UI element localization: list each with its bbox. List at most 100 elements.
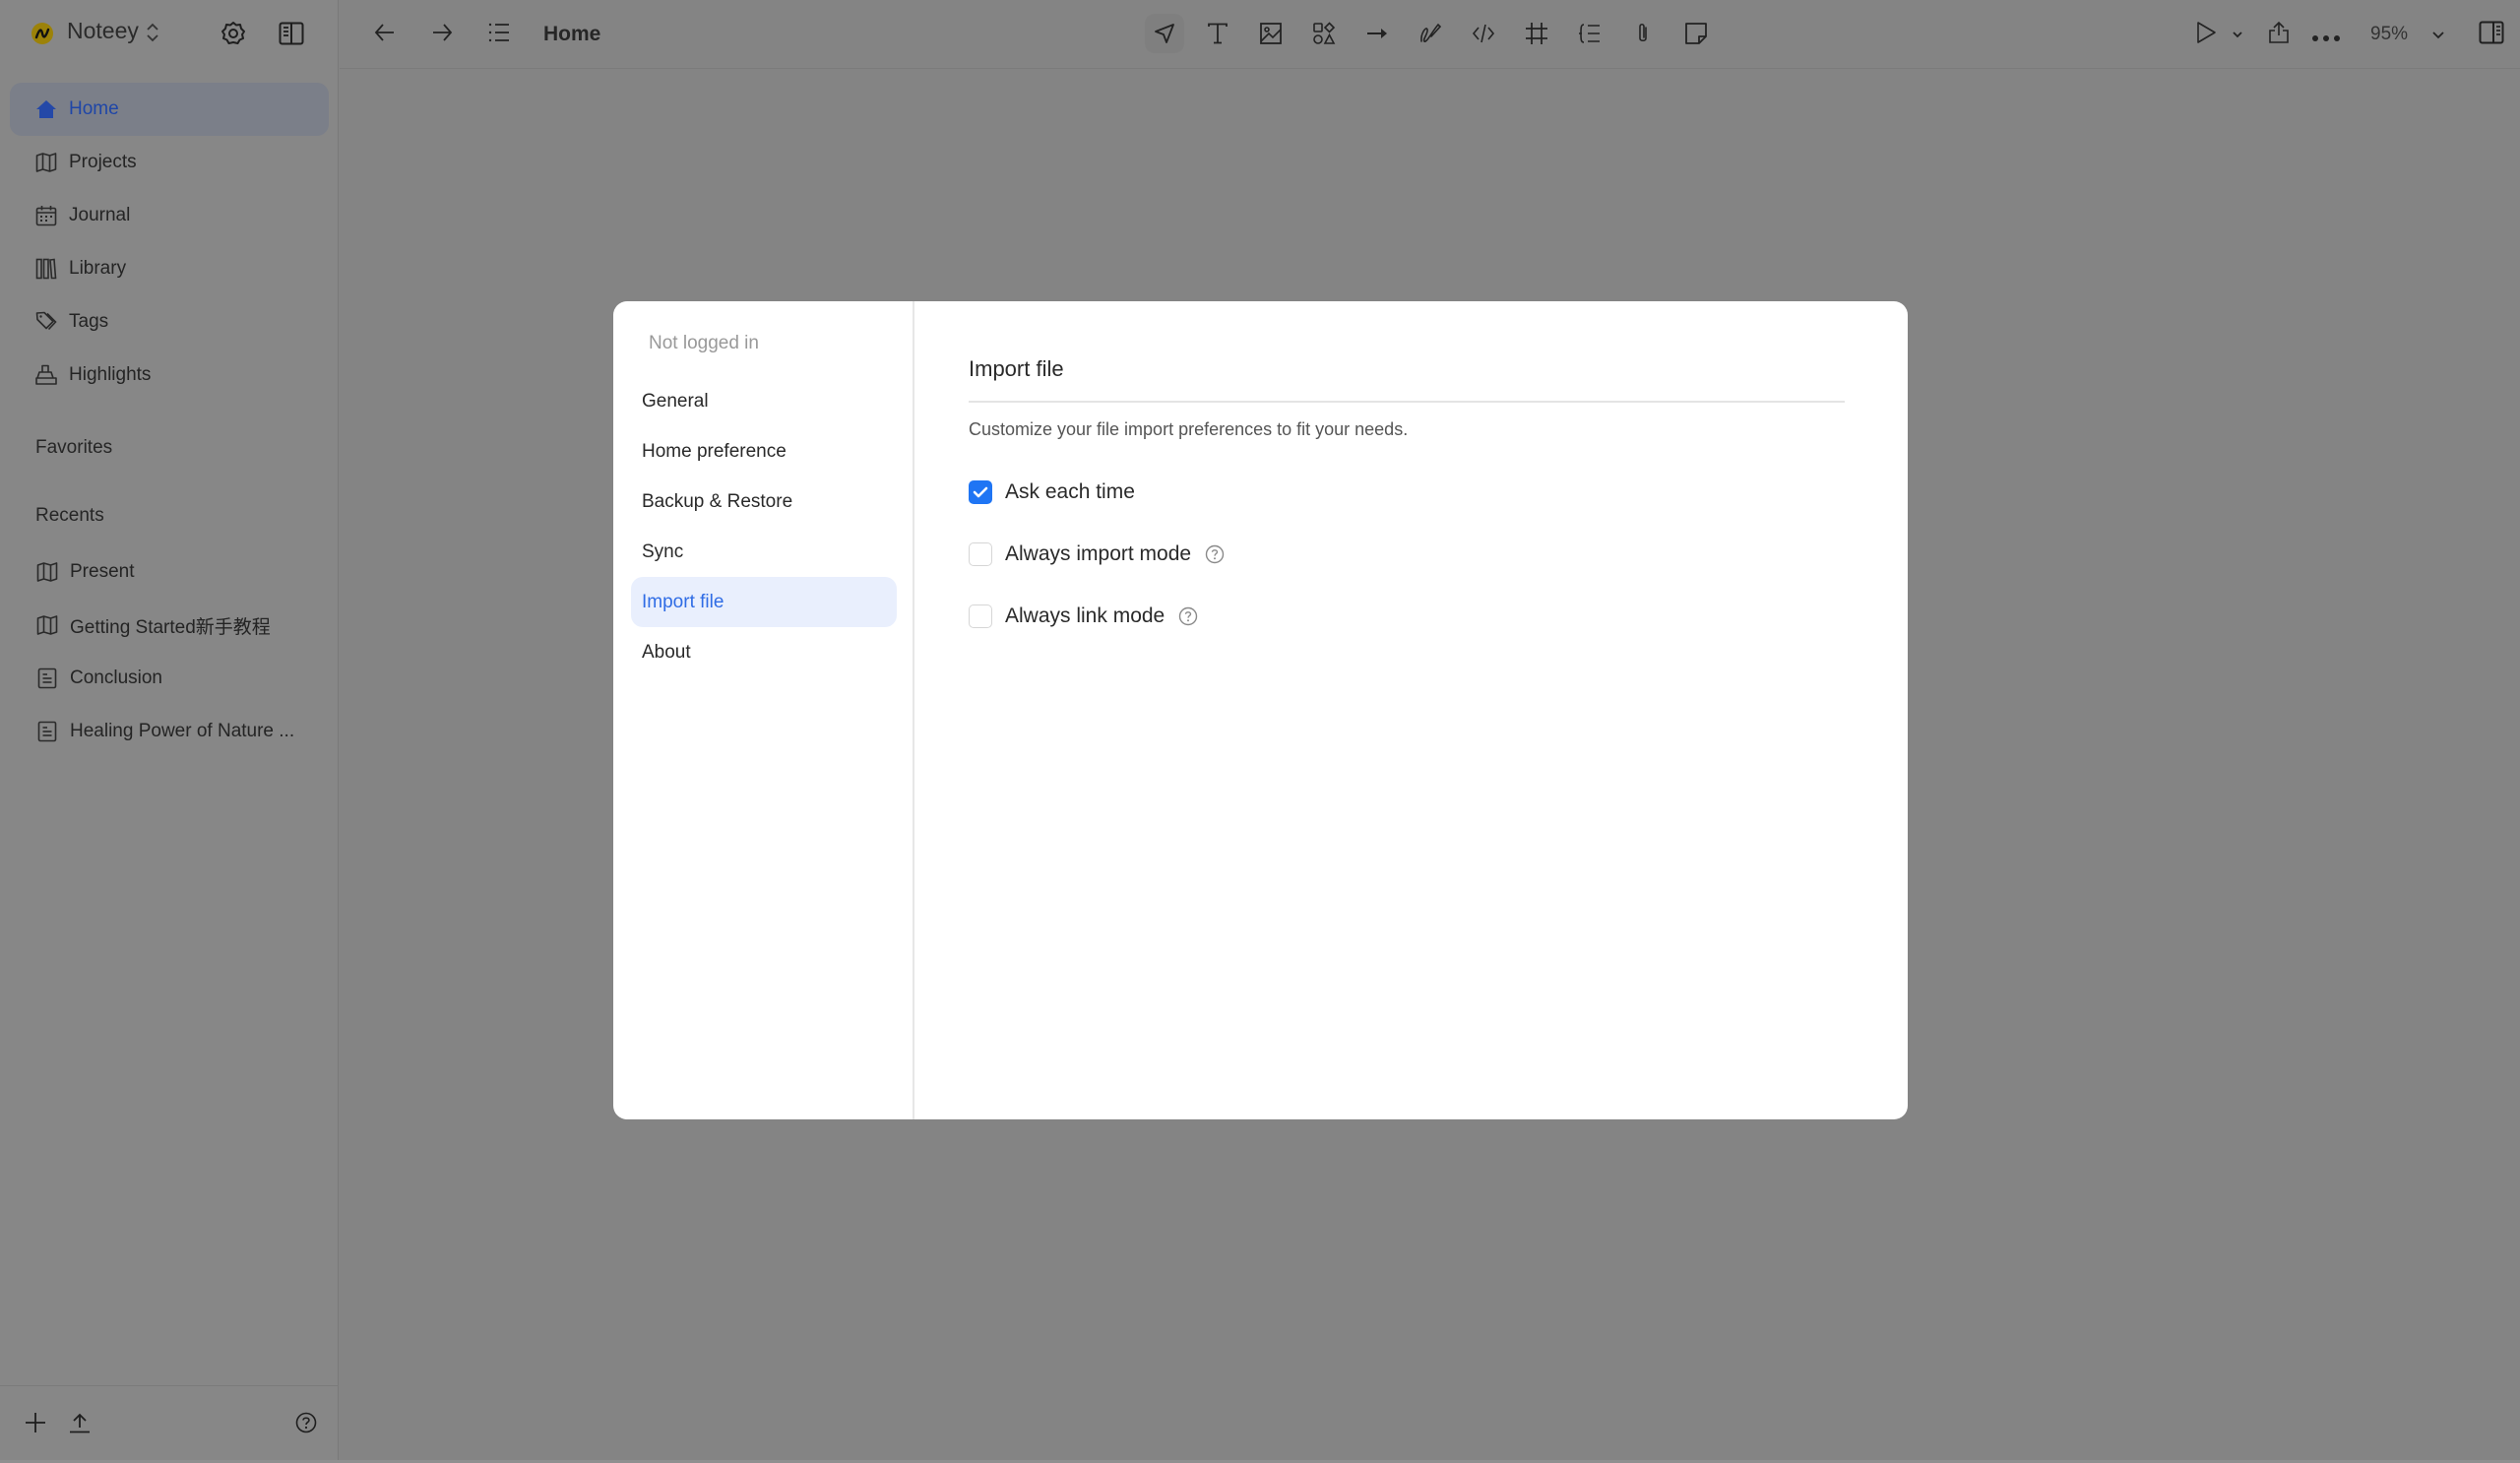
settings-modal: Not logged in General Home preference Ba…	[613, 301, 1908, 1119]
recent-item[interactable]: Getting Started新手教程	[10, 599, 329, 652]
section-description: Customize your file import preferences t…	[969, 419, 1409, 439]
sidebar-item-projects[interactable]: Projects	[10, 136, 329, 189]
import-upload-icon[interactable]	[69, 1412, 91, 1438]
checkmark-icon	[973, 486, 988, 498]
shapes-tool[interactable]	[1304, 14, 1344, 53]
ask-each-time-checkbox[interactable]	[969, 480, 992, 504]
topbar: Home 95%	[340, 0, 2520, 69]
sidebar: Noteey Home Projects Journal Library Tag…	[0, 0, 339, 1460]
section-divider	[969, 401, 1845, 403]
forward-arrow-icon[interactable]	[430, 21, 454, 49]
sidebar-item-label: Tags	[69, 311, 109, 332]
back-arrow-icon[interactable]	[373, 21, 397, 49]
mindmap-icon	[1579, 24, 1600, 43]
workspace-switch-icon[interactable]	[146, 22, 159, 48]
option-label: Always import mode	[1005, 542, 1192, 565]
sidebar-item-tags[interactable]: Tags	[10, 295, 329, 349]
help-question-icon[interactable]	[1178, 606, 1198, 626]
workspace-name[interactable]: Noteey	[67, 18, 139, 44]
share-export-icon[interactable]	[2267, 21, 2291, 49]
recent-item[interactable]: Conclusion	[10, 652, 329, 705]
toggle-right-panel-icon[interactable]	[2479, 21, 2504, 49]
present-play-icon[interactable]	[2194, 21, 2218, 49]
recent-item-label: Healing Power of Nature ...	[70, 721, 295, 741]
settings-nav-import-file[interactable]: Import file	[631, 577, 897, 627]
sidebar-item-label: Highlights	[69, 364, 152, 385]
frame-tool[interactable]	[1517, 14, 1556, 53]
calendar-icon	[35, 205, 57, 226]
sidebar-header: Noteey	[0, 0, 339, 69]
code-tool[interactable]	[1464, 14, 1503, 53]
text-tool[interactable]	[1198, 14, 1237, 53]
sidebar-item-home[interactable]: Home	[10, 83, 329, 136]
select-pointer-tool[interactable]	[1145, 14, 1184, 53]
always-link-mode-checkbox[interactable]	[969, 604, 992, 628]
sidebar-item-label: Projects	[69, 152, 137, 172]
sidebar-footer	[0, 1385, 339, 1460]
sidebar-item-label: Library	[69, 258, 127, 279]
present-options-chevron-icon[interactable]	[2232, 27, 2243, 44]
option-always-import-mode[interactable]: Always import mode	[969, 540, 1225, 569]
app-window: Noteey Home Projects Journal Library Tag…	[0, 0, 2520, 1460]
option-label: Ask each time	[1005, 480, 1135, 503]
option-label: Always link mode	[1005, 604, 1166, 627]
zoom-options-chevron-icon[interactable]	[2431, 28, 2445, 45]
settings-nav-about[interactable]: About	[631, 627, 897, 677]
tag-icon	[35, 311, 57, 333]
shapes-icon	[1313, 22, 1336, 44]
more-options-icon[interactable]	[2311, 30, 2341, 47]
pen-draw-tool[interactable]	[1411, 14, 1450, 53]
login-status[interactable]: Not logged in	[649, 333, 759, 354]
settings-nav-home-preference[interactable]: Home preference	[631, 426, 897, 477]
recents-list: Present Getting Started新手教程 Conclusion H…	[10, 545, 329, 758]
settings-nav-sync[interactable]: Sync	[631, 527, 897, 577]
help-question-icon[interactable]	[1205, 544, 1225, 564]
sticky-note-tool[interactable]	[1676, 14, 1716, 53]
recent-item-label: Conclusion	[70, 668, 162, 688]
zoom-level[interactable]: 95%	[2370, 24, 2408, 45]
settings-gear-icon[interactable]	[220, 21, 246, 51]
recent-item-label: Present	[70, 561, 135, 582]
navigation-pointer-icon	[1155, 24, 1174, 43]
highlighter-icon	[35, 364, 57, 386]
help-icon[interactable]	[295, 1412, 317, 1438]
favorites-section-label[interactable]: Favorites	[35, 437, 112, 459]
settings-nav: Not logged in General Home preference Ba…	[613, 301, 914, 1119]
outline-list-icon[interactable]	[487, 21, 511, 49]
add-icon[interactable]	[25, 1412, 46, 1438]
sidebar-nav: Home Projects Journal Library Tags Highl…	[10, 83, 329, 402]
image-icon	[1260, 23, 1282, 44]
page-title: Home	[543, 23, 601, 45]
text-icon	[1208, 23, 1228, 44]
attachment-tool[interactable]	[1623, 14, 1663, 53]
recent-item[interactable]: Healing Power of Nature ...	[10, 705, 329, 758]
toggle-sidebar-icon[interactable]	[279, 22, 304, 50]
option-ask-each-time[interactable]: Ask each time	[969, 477, 1135, 507]
noteey-logo-icon	[32, 23, 53, 44]
image-tool[interactable]	[1251, 14, 1291, 53]
paperclip-icon	[1639, 23, 1647, 42]
sidebar-item-library[interactable]: Library	[10, 242, 329, 295]
connector-arrow-tool[interactable]	[1357, 14, 1397, 53]
home-icon	[35, 98, 57, 120]
arrow-right-icon	[1367, 29, 1387, 38]
frame-hash-icon	[1526, 23, 1547, 44]
sticky-note-icon	[1685, 23, 1707, 44]
sidebar-item-journal[interactable]: Journal	[10, 189, 329, 242]
map-icon	[36, 561, 58, 583]
document-icon	[36, 668, 58, 689]
always-import-mode-checkbox[interactable]	[969, 542, 992, 566]
recent-item-label: Getting Started新手教程	[70, 616, 271, 638]
settings-nav-backup-restore[interactable]: Backup & Restore	[631, 477, 897, 527]
sidebar-item-label: Journal	[69, 205, 131, 225]
recent-item[interactable]: Present	[10, 545, 329, 599]
option-always-link-mode[interactable]: Always link mode	[969, 602, 1198, 631]
library-icon	[35, 258, 57, 280]
code-icon	[1472, 24, 1495, 43]
sidebar-item-highlights[interactable]: Highlights	[10, 349, 329, 402]
recents-section-label[interactable]: Recents	[35, 505, 104, 527]
mindmap-tool[interactable]	[1570, 14, 1609, 53]
map-icon	[35, 152, 57, 173]
map-icon	[36, 614, 58, 636]
settings-nav-general[interactable]: General	[631, 376, 897, 426]
